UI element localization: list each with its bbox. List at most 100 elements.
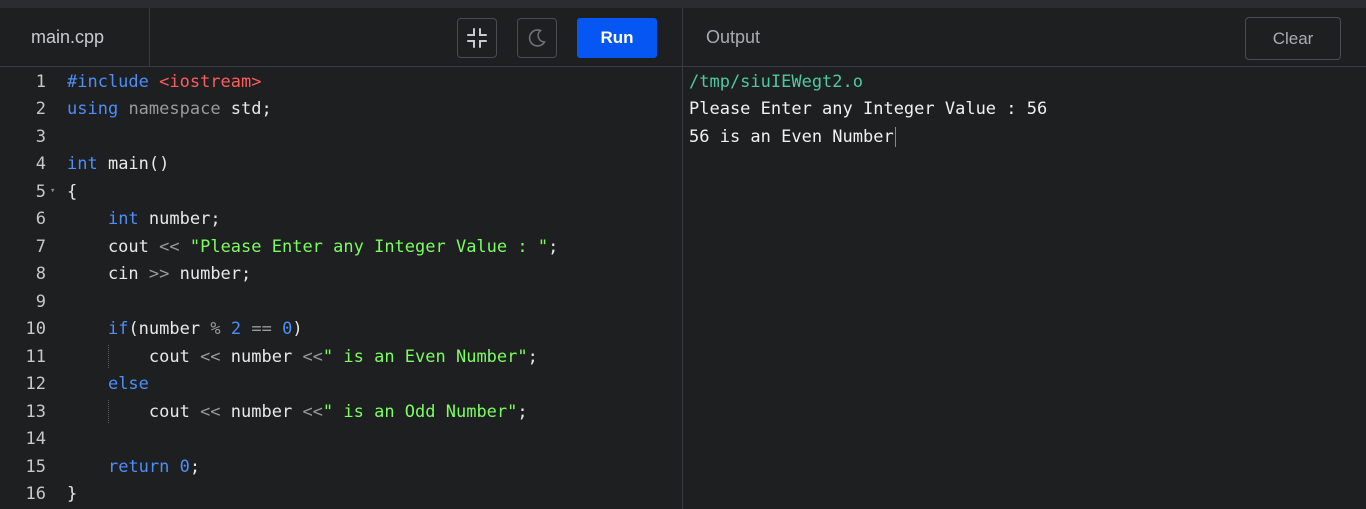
- output-line: 56 is an Even Number: [689, 123, 896, 150]
- code-token: number;: [169, 264, 252, 284]
- compress-icon: [467, 28, 487, 48]
- code-line: 11 cout << number <<" is an Even Number"…: [0, 343, 682, 370]
- code-token: cout: [67, 401, 201, 422]
- code-token: number: [220, 346, 303, 367]
- code-line: 3: [0, 123, 682, 150]
- editor-pane: main.cpp Run 1 #include <iostream> 2 using …: [0, 8, 682, 509]
- code-token: cout: [67, 236, 160, 257]
- clear-label: Clear: [1272, 28, 1314, 48]
- moon-icon: [528, 29, 546, 47]
- line-number: 13: [25, 401, 46, 422]
- run-label: Run: [600, 28, 634, 47]
- output-header: Output Clear: [683, 8, 1366, 67]
- code-token: " is an Odd Number": [322, 401, 518, 422]
- code-line: 13 cout << number <<" is an Odd Number";: [0, 398, 682, 425]
- code-token: <<: [200, 346, 221, 367]
- code-token: }: [67, 484, 78, 504]
- top-strip: [0, 0, 1366, 8]
- code-token: cin: [67, 264, 149, 284]
- code-text: else: [67, 374, 149, 394]
- code-token: 2: [230, 319, 242, 339]
- compress-button[interactable]: [457, 18, 497, 58]
- code-token: ): [292, 319, 303, 339]
- code-token: number: [220, 401, 303, 422]
- line-number: 10: [25, 319, 46, 339]
- fold-toggle-icon[interactable]: ▾: [50, 186, 55, 196]
- code-token: ;: [548, 236, 559, 257]
- code-line: 15 return 0;: [0, 453, 682, 480]
- clear-button[interactable]: Clear: [1245, 17, 1341, 60]
- code-line: 8 cin >> number;: [0, 261, 682, 288]
- code-line: 10 if(number % 2 == 0): [0, 316, 682, 343]
- code-token: else: [107, 374, 149, 394]
- line-number: 4: [35, 154, 46, 174]
- code-line: 7 cout << "Please Enter any Integer Valu…: [0, 233, 682, 260]
- code-token: std;: [220, 99, 272, 119]
- output-line: Please Enter any Integer Value : 56: [689, 98, 1048, 119]
- code-text: return 0;: [67, 457, 200, 477]
- code-text: cout << number <<" is an Even Number";: [67, 347, 538, 367]
- code-line: 12 else: [0, 371, 682, 398]
- code-token: int: [107, 209, 139, 229]
- code-line: 16}: [0, 481, 682, 508]
- line-number: 9: [35, 291, 46, 312]
- code-token: <<: [302, 401, 323, 422]
- code-text: int number;: [67, 209, 221, 229]
- code-token: ;: [189, 456, 201, 477]
- code-line: 2 using namespace std;: [0, 96, 682, 123]
- code-token: >>: [148, 264, 170, 284]
- file-tab[interactable]: main.cpp: [0, 8, 150, 66]
- code-token: return: [107, 456, 170, 477]
- code-line: 5 ▾ {: [0, 178, 682, 205]
- code-text: int main(): [67, 154, 169, 174]
- code-token: " is an Even Number": [322, 346, 528, 367]
- code-token: number;: [138, 209, 221, 229]
- line-number: 16: [25, 484, 46, 504]
- code-token: ==: [251, 319, 272, 339]
- code-token: 0: [282, 319, 293, 339]
- code-token: "Please Enter any Integer Value : ": [189, 236, 549, 257]
- code-token: 0: [179, 456, 190, 477]
- code-line: 4 int main(): [0, 151, 682, 178]
- code-token: int: [67, 154, 98, 174]
- code-token: cout: [67, 346, 201, 367]
- code-token: ;: [517, 401, 528, 422]
- code-token: if: [107, 319, 129, 339]
- code-token: main(): [97, 154, 170, 174]
- code-token: ;: [527, 346, 538, 367]
- code-token: %: [210, 319, 221, 339]
- code-token: #include: [67, 71, 160, 92]
- line-number: 14: [25, 429, 46, 449]
- line-number: 15: [25, 456, 46, 477]
- code-token: {: [67, 181, 78, 202]
- code-line: 9: [0, 288, 682, 315]
- code-text: cout << "Please Enter any Integer Value …: [67, 237, 558, 257]
- code-token: <iostream>: [159, 71, 262, 92]
- code-text: using namespace std;: [67, 99, 272, 119]
- code-editor[interactable]: 1 #include <iostream> 2 using namespace std…: [0, 68, 682, 509]
- code-text: #include <iostream>: [67, 72, 261, 92]
- theme-toggle-button[interactable]: [517, 18, 557, 58]
- output-pane: Output Clear /tmp/siuIEWegt2.o Please En…: [682, 8, 1366, 509]
- line-number: 3: [35, 126, 46, 147]
- line-number: 8: [35, 264, 46, 284]
- output-title: Output: [706, 26, 761, 47]
- code-token: using: [67, 99, 119, 119]
- code-token: namespace: [128, 99, 221, 119]
- run-button[interactable]: Run: [577, 18, 657, 58]
- line-number: 11: [25, 346, 46, 367]
- line-number: 6: [35, 209, 46, 229]
- file-name: main.cpp: [31, 26, 105, 47]
- output-line-text: 56 is an Even Number: [689, 126, 894, 147]
- line-number: 12: [25, 374, 46, 394]
- code-line: 6 int number;: [0, 206, 682, 233]
- line-number: 7: [35, 236, 46, 257]
- editor-header: main.cpp Run: [0, 8, 682, 67]
